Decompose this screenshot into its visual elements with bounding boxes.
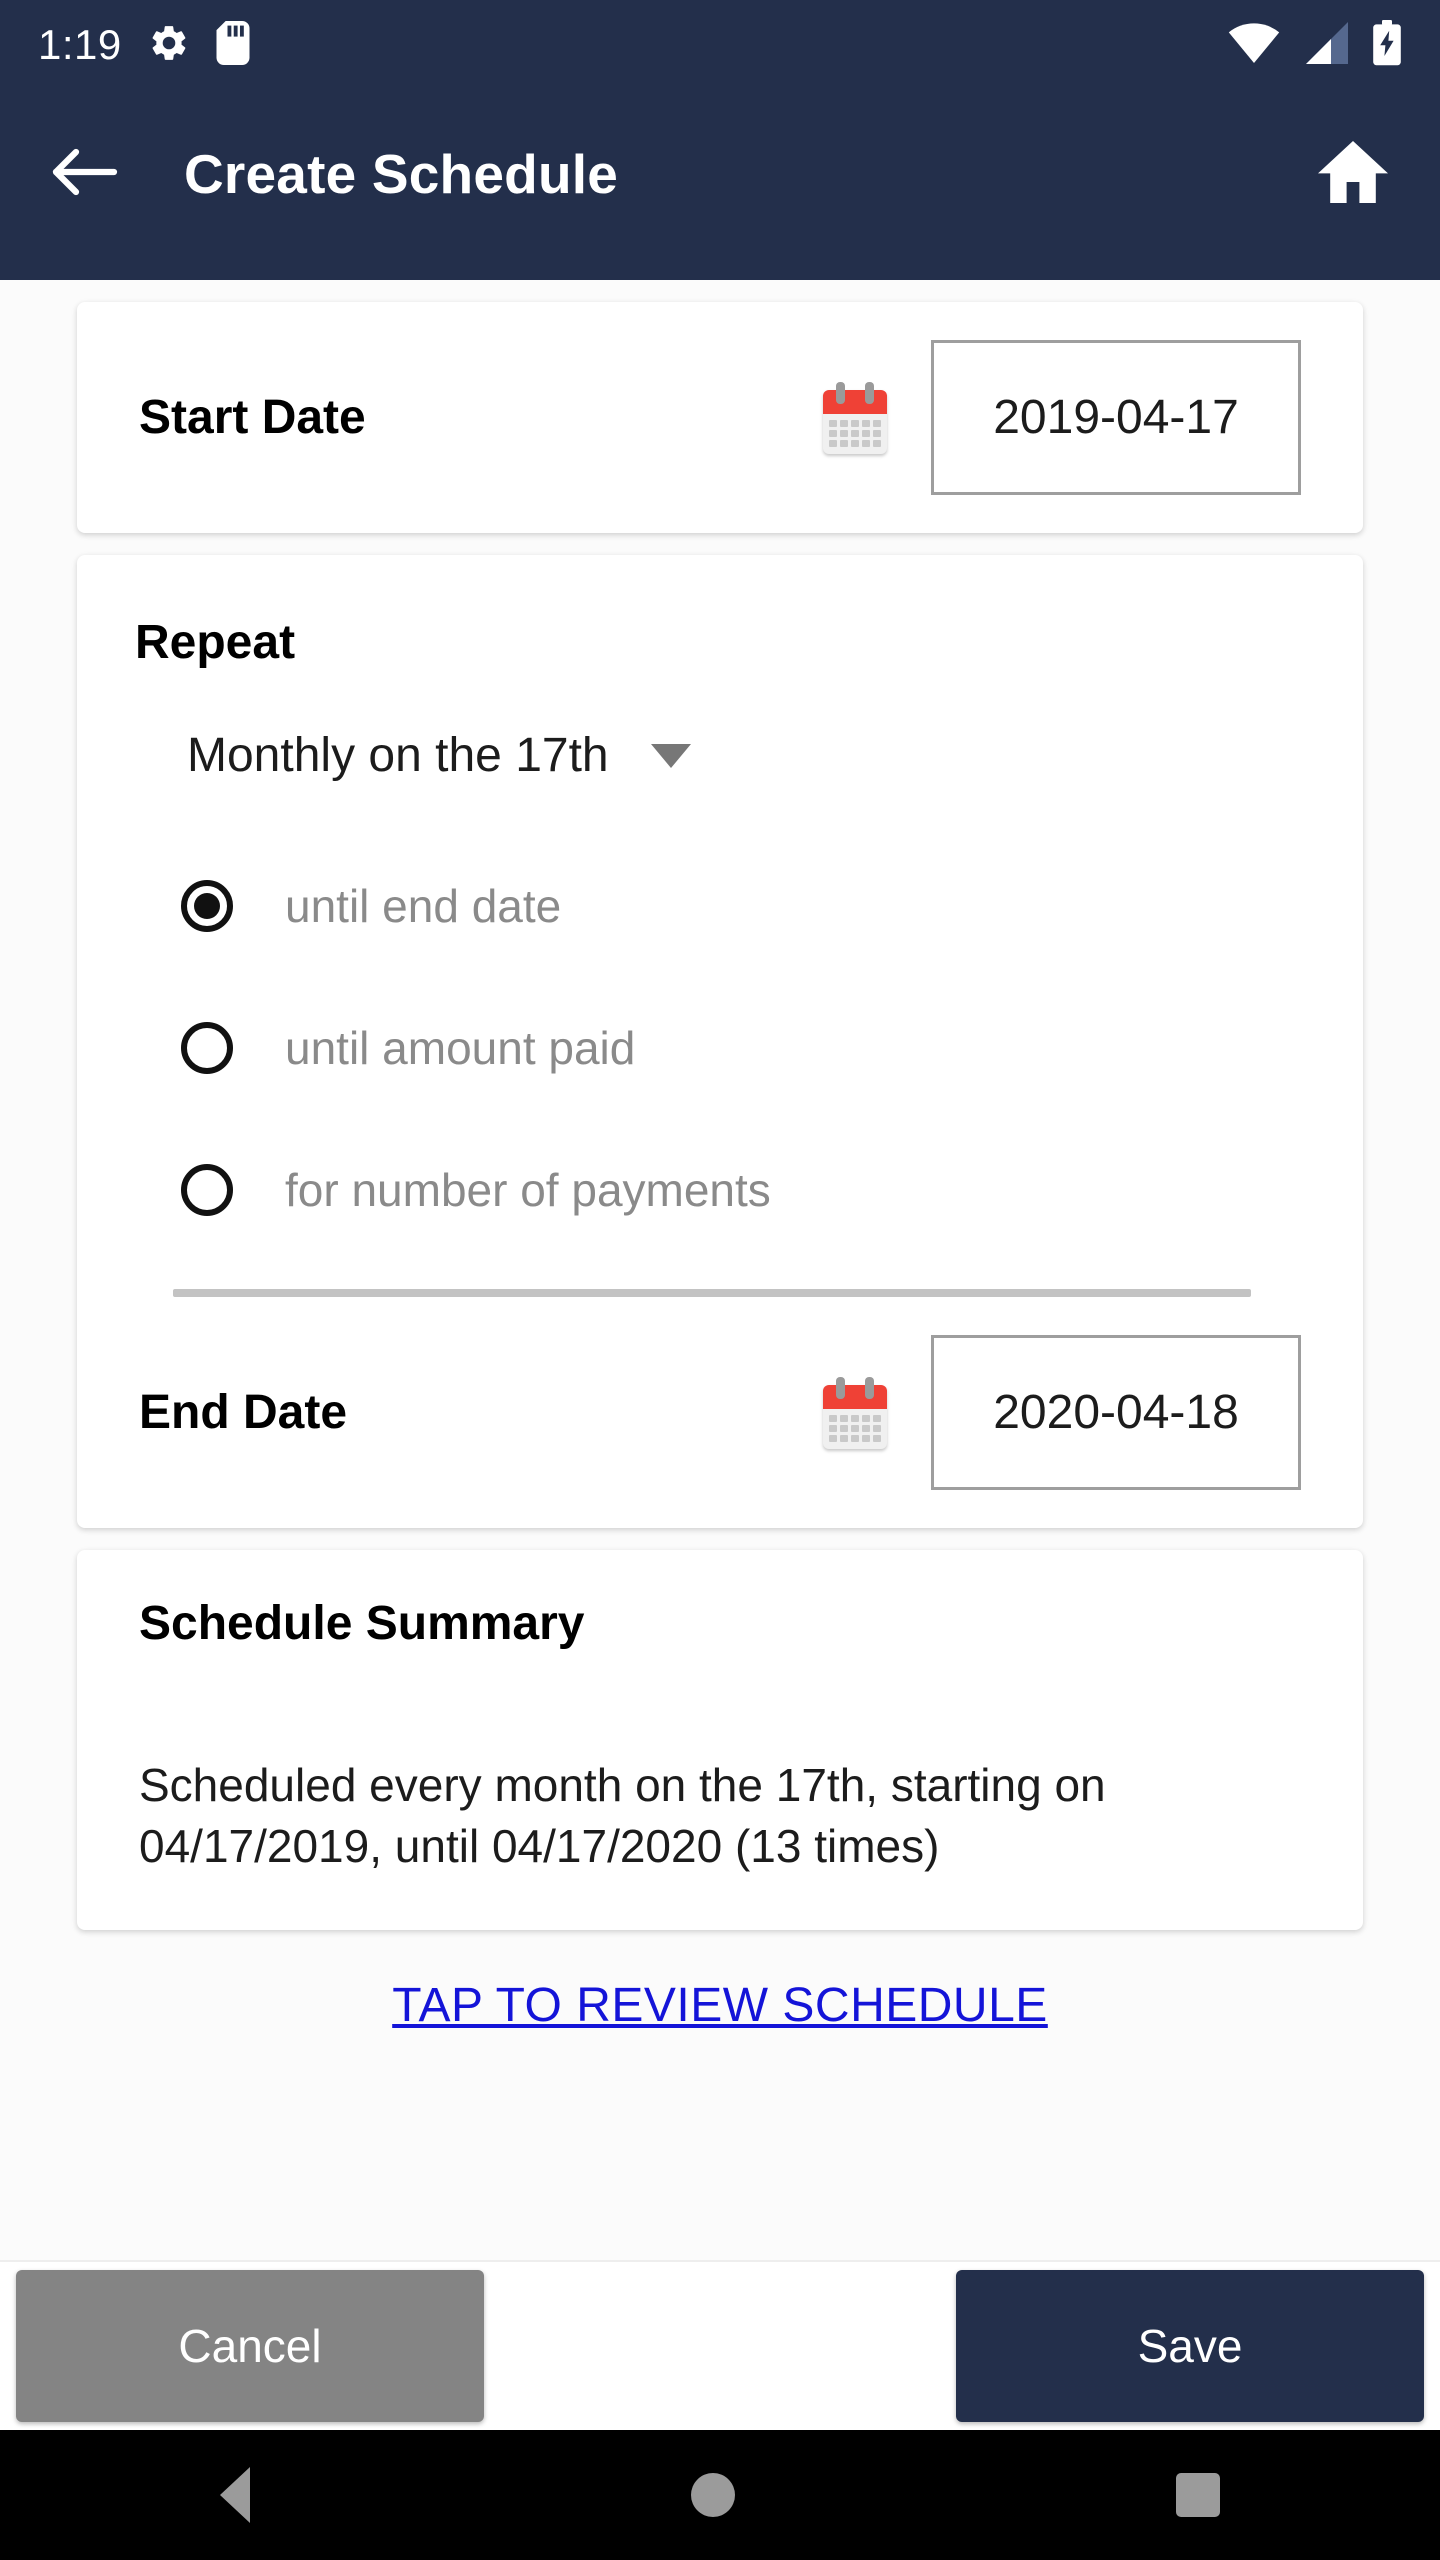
review-schedule-link[interactable]: TAP TO REVIEW SCHEDULE (77, 1978, 1363, 2033)
app-bar: Create Schedule (0, 90, 1440, 280)
status-bar: 1:19 (0, 0, 1440, 90)
start-date-label: Start Date (139, 391, 366, 444)
start-date-card: Start Date 2019-04-17 (77, 302, 1363, 533)
end-date-input[interactable]: 2020-04-18 (931, 1335, 1301, 1490)
sd-card-icon (216, 20, 250, 70)
end-date-row: End Date 2020-04-18 (77, 1297, 1363, 1528)
radio-label: for number of payments (285, 1164, 771, 1216)
radio-label: until end date (285, 880, 562, 932)
end-date-label: End Date (139, 1386, 348, 1439)
save-button[interactable]: Save (956, 2270, 1424, 2422)
repeat-options-group: until end date until amount paid for num… (77, 783, 1363, 1261)
page-title: Create Schedule (184, 143, 619, 205)
battery-charging-icon (1372, 19, 1402, 71)
schedule-summary-text: Scheduled every month on the 17th, start… (139, 1759, 1106, 1872)
triangle-back-icon[interactable] (220, 2467, 251, 2523)
status-bar-left: 1:19 (38, 20, 250, 70)
wifi-icon (1228, 22, 1280, 69)
calendar-icon[interactable] (823, 381, 887, 454)
android-navigation-bar (0, 2430, 1440, 2560)
home-button[interactable] (1318, 140, 1388, 208)
section-divider (173, 1289, 1251, 1297)
radio-label: until amount paid (285, 1022, 636, 1074)
radio-button[interactable] (181, 1164, 233, 1216)
status-bar-right (1228, 19, 1402, 71)
square-recents-icon[interactable] (1175, 2473, 1220, 2517)
app-screen: 1:19 Create Schedule Start Date 2019-04-… (0, 0, 1440, 2560)
end-date-value: 2020-04-18 (993, 1386, 1239, 1439)
repeat-frequency-value: Monthly on the 17th (187, 729, 609, 782)
repeat-title: Repeat (135, 616, 296, 669)
start-date-controls: 2019-04-17 (823, 340, 1301, 495)
back-button[interactable] (52, 144, 118, 205)
radio-option-for-number-of-payments[interactable]: for number of payments (77, 1119, 1363, 1261)
start-date-input[interactable]: 2019-04-17 (931, 340, 1301, 495)
chevron-down-icon (650, 743, 691, 768)
radio-button[interactable] (181, 1022, 233, 1074)
end-date-controls: 2020-04-18 (823, 1335, 1301, 1490)
content-area: Start Date 2019-04-17 Repeat Monthly on … (0, 280, 1440, 2260)
schedule-summary-card: Schedule Summary Scheduled every month o… (77, 1550, 1363, 1931)
repeat-card: Repeat Monthly on the 17th until end dat… (77, 555, 1363, 1528)
cellular-signal-icon (1302, 21, 1350, 69)
start-date-row: Start Date 2019-04-17 (77, 302, 1363, 533)
action-bar: Cancel Save (0, 2260, 1440, 2430)
calendar-icon[interactable] (823, 1376, 887, 1449)
circle-home-icon[interactable] (690, 2473, 735, 2517)
schedule-summary-title: Schedule Summary (139, 1597, 585, 1650)
radio-option-until-end-date[interactable]: until end date (77, 835, 1363, 977)
start-date-value: 2019-04-17 (993, 391, 1239, 444)
status-bar-clock: 1:19 (38, 21, 122, 68)
gear-icon (148, 22, 190, 69)
radio-option-until-amount-paid[interactable]: until amount paid (77, 977, 1363, 1119)
repeat-frequency-dropdown[interactable]: Monthly on the 17th (77, 670, 1363, 783)
cancel-button[interactable]: Cancel (16, 2270, 484, 2422)
radio-button-selected[interactable] (181, 880, 233, 932)
